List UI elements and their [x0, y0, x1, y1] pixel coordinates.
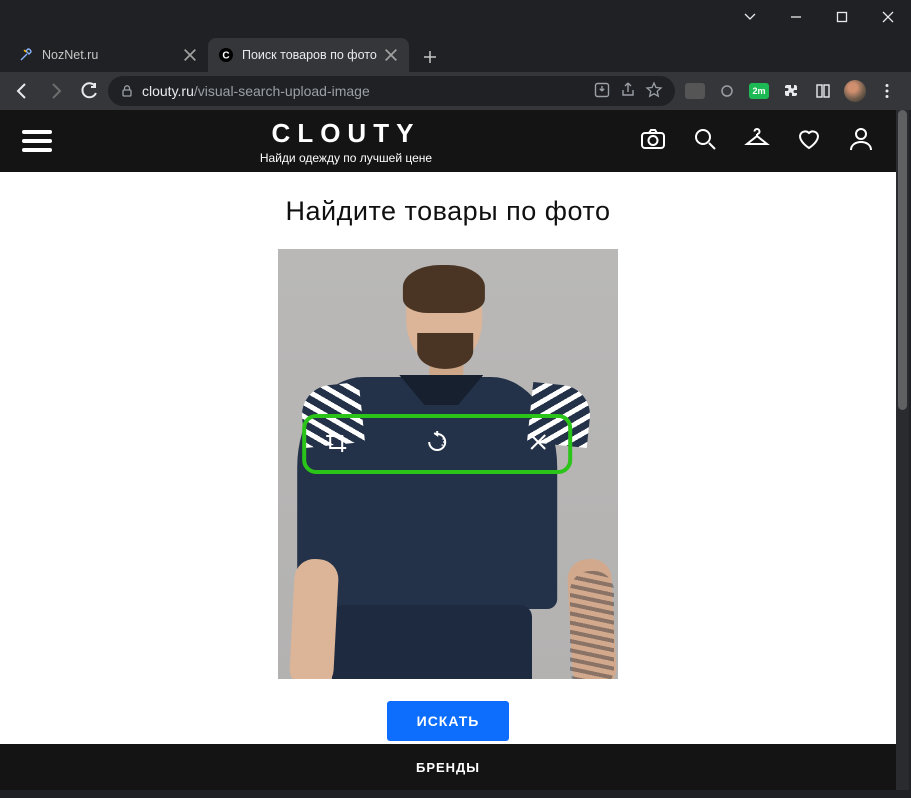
image-toolbar-highlight: [302, 414, 572, 474]
heart-icon[interactable]: [796, 126, 822, 157]
lock-icon: [120, 84, 134, 98]
brand-tagline: Найди одежду по лучшей цене: [52, 151, 640, 165]
window-close-button[interactable]: [865, 0, 911, 34]
user-icon[interactable]: [848, 126, 874, 157]
address-bar[interactable]: clouty.ru/visual-search-upload-image: [108, 76, 675, 106]
tab-title: NozNet.ru: [42, 48, 176, 62]
search-icon[interactable]: [692, 126, 718, 157]
extensions-puzzle-icon[interactable]: [777, 77, 805, 105]
rotate-icon[interactable]: [425, 430, 449, 459]
remove-image-icon[interactable]: [526, 430, 550, 459]
uploaded-image-preview: [278, 249, 618, 679]
star-icon[interactable]: [645, 81, 663, 102]
hamburger-menu-icon[interactable]: [22, 130, 52, 152]
hanger-icon[interactable]: [744, 126, 770, 157]
close-icon[interactable]: [182, 47, 198, 63]
profile-avatar[interactable]: [841, 77, 869, 105]
window-maximize-button[interactable]: [819, 0, 865, 34]
close-icon[interactable]: [383, 47, 399, 63]
brand-block[interactable]: CLOUTY Найди одежду по лучшей цене: [52, 118, 640, 165]
kebab-menu-icon[interactable]: [873, 77, 901, 105]
browser-tab[interactable]: NozNet.ru: [8, 38, 208, 72]
window-titlebar: [0, 0, 911, 34]
page-heading: Найдите товары по фото: [0, 196, 896, 227]
search-button[interactable]: ИСКАТЬ: [387, 701, 510, 741]
share-icon[interactable]: [619, 81, 637, 102]
brand-logo: CLOUTY: [52, 118, 640, 149]
crop-icon[interactable]: [324, 430, 348, 459]
new-tab-button[interactable]: [415, 42, 445, 72]
reading-list-icon[interactable]: [809, 77, 837, 105]
wrench-icon: [18, 47, 34, 63]
vertical-scrollbar[interactable]: [896, 110, 909, 790]
clouty-favicon: C: [218, 47, 234, 63]
svg-text:C: C: [222, 51, 229, 62]
tab-title: Поиск товаров по фото: [242, 48, 377, 62]
chevron-down-icon[interactable]: [727, 0, 773, 34]
forward-button[interactable]: [40, 75, 72, 107]
footer-brands-bar[interactable]: БРЕНДЫ: [0, 744, 896, 790]
browser-toolbar: clouty.ru/visual-search-upload-image 2m: [0, 72, 911, 110]
header-actions: [640, 126, 874, 157]
page-viewport: CLOUTY Найди одежду по лучшей цене Найди…: [0, 110, 896, 790]
window-minimize-button[interactable]: [773, 0, 819, 34]
back-button[interactable]: [6, 75, 38, 107]
url-text: clouty.ru/visual-search-upload-image: [142, 83, 585, 99]
camera-icon[interactable]: [640, 126, 666, 157]
extension-row: 2m: [677, 77, 905, 105]
scrollbar-thumb[interactable]: [898, 110, 907, 410]
reload-button[interactable]: [74, 75, 106, 107]
footer-brands-label: БРЕНДЫ: [416, 760, 480, 775]
install-icon[interactable]: [593, 81, 611, 102]
extension-icon[interactable]: 2m: [745, 77, 773, 105]
site-header: CLOUTY Найди одежду по лучшей цене: [0, 110, 896, 172]
browser-tabstrip: NozNet.ru C Поиск товаров по фото: [0, 34, 911, 72]
extension-icon[interactable]: [713, 77, 741, 105]
browser-tab-active[interactable]: C Поиск товаров по фото: [208, 38, 409, 72]
main-content: Найдите товары по фото ИСКАТЬ: [0, 172, 896, 741]
extension-icon[interactable]: [681, 77, 709, 105]
